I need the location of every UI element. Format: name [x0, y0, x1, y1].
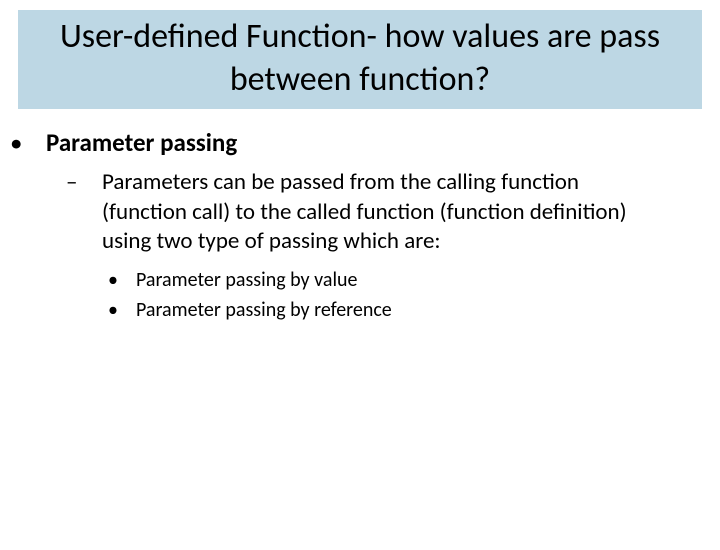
bullet-dot-icon: • [122, 297, 136, 323]
bullet-dot-icon: • [122, 267, 136, 293]
slide-title: User-defined Function- how values are pa… [24, 16, 696, 101]
slide-title-box: User-defined Function- how values are pa… [18, 10, 702, 109]
level3-text: Parameter passing by value [136, 268, 358, 292]
level3-text: Parameter passing by reference [136, 298, 392, 322]
bullet-level1: •Parameter passing [46, 127, 696, 158]
bullet-level2: –Parameters can be passed from the calli… [102, 168, 656, 256]
level1-text: Parameter passing [46, 127, 237, 158]
slide-body: •Parameter passing –Parameters can be pa… [0, 109, 720, 323]
bullet-dash-icon: – [84, 168, 102, 197]
bullet-dot-icon: • [28, 127, 46, 158]
bullet-level3: •Parameter passing by reference [136, 297, 656, 323]
bullet-level3: •Parameter passing by value [136, 267, 656, 293]
level2-text: Parameters can be passed from the callin… [102, 168, 627, 255]
